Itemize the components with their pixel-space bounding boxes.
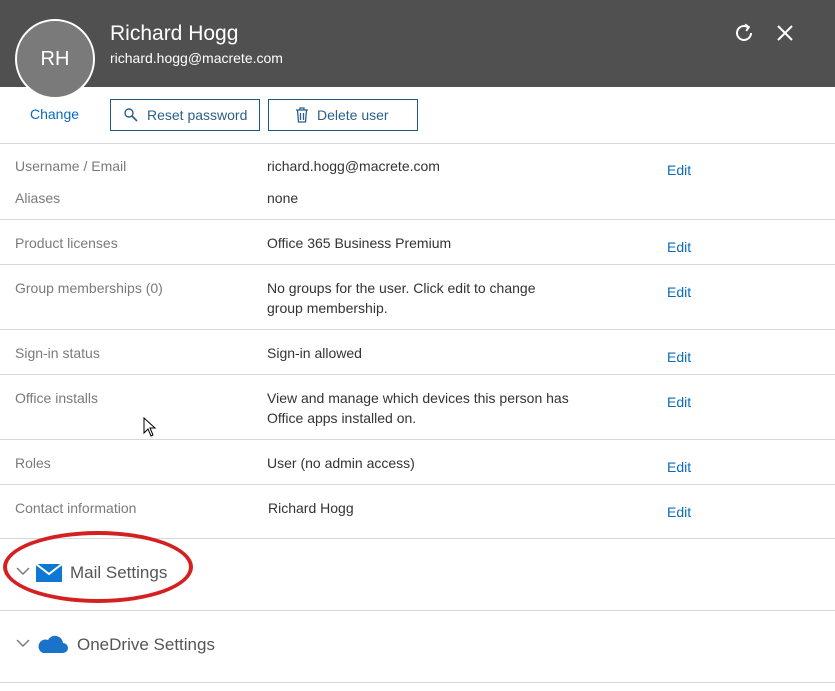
edit-username-link[interactable]: Edit bbox=[667, 162, 691, 178]
divider bbox=[0, 682, 835, 683]
divider bbox=[0, 143, 835, 144]
licenses-value: Office 365 Business Premium bbox=[267, 235, 452, 251]
onedrive-settings-section[interactable]: OneDrive Settings bbox=[0, 611, 835, 681]
change-photo-link[interactable]: Change bbox=[30, 106, 79, 122]
aliases-value: none bbox=[267, 190, 299, 206]
username-value: richard.hogg@macrete.com bbox=[267, 158, 440, 174]
delete-user-button[interactable]: Delete user bbox=[268, 99, 418, 131]
user-email: richard.hogg@macrete.com bbox=[110, 50, 283, 66]
aliases-label: Aliases bbox=[15, 190, 61, 206]
divider bbox=[0, 219, 835, 220]
groups-value-line1: No groups for the user. Click edit to ch… bbox=[267, 280, 536, 296]
divider bbox=[0, 439, 835, 440]
reset-password-label: Reset password bbox=[147, 107, 248, 123]
groups-label: Group memberships (0) bbox=[15, 280, 163, 296]
edit-installs-link[interactable]: Edit bbox=[667, 394, 691, 410]
installs-label: Office installs bbox=[15, 390, 98, 406]
signin-value: Sign-in allowed bbox=[267, 345, 362, 361]
edit-roles-link[interactable]: Edit bbox=[667, 459, 691, 475]
roles-value: User (no admin access) bbox=[267, 455, 415, 471]
divider bbox=[0, 484, 835, 485]
annotation-highlight-circle bbox=[3, 531, 193, 603]
divider bbox=[0, 374, 835, 375]
divider bbox=[0, 264, 835, 265]
username-label: Username / Email bbox=[15, 158, 127, 174]
licenses-label: Product licenses bbox=[15, 235, 118, 251]
divider bbox=[0, 329, 835, 330]
signin-label: Sign-in status bbox=[15, 345, 100, 361]
delete-user-label: Delete user bbox=[317, 107, 389, 123]
edit-groups-link[interactable]: Edit bbox=[667, 284, 691, 300]
reset-password-button[interactable]: Reset password bbox=[110, 99, 260, 131]
onedrive-settings-title: OneDrive Settings bbox=[77, 635, 215, 654]
avatar: RH bbox=[15, 19, 95, 99]
edit-contact-link[interactable]: Edit bbox=[667, 504, 691, 520]
key-icon bbox=[124, 108, 138, 122]
close-icon[interactable] bbox=[772, 20, 798, 46]
trash-icon bbox=[296, 107, 308, 123]
panel-header: Richard Hogg richard.hogg@macrete.com bbox=[0, 0, 835, 87]
edit-licenses-link[interactable]: Edit bbox=[667, 239, 691, 255]
installs-value-line2: Office apps installed on. bbox=[267, 410, 417, 426]
user-name: Richard Hogg bbox=[110, 22, 239, 45]
roles-label: Roles bbox=[15, 455, 51, 471]
chevron-down-icon bbox=[16, 639, 30, 647]
installs-value-line1: View and manage which devices this perso… bbox=[267, 390, 569, 406]
edit-signin-link[interactable]: Edit bbox=[667, 349, 691, 365]
mouse-cursor-icon bbox=[143, 417, 157, 437]
contact-value: Richard Hogg bbox=[268, 500, 354, 516]
contact-label: Contact information bbox=[15, 500, 137, 516]
onedrive-cloud-icon bbox=[38, 635, 68, 653]
refresh-icon[interactable] bbox=[731, 20, 757, 46]
groups-value-line2: group membership. bbox=[267, 300, 388, 316]
